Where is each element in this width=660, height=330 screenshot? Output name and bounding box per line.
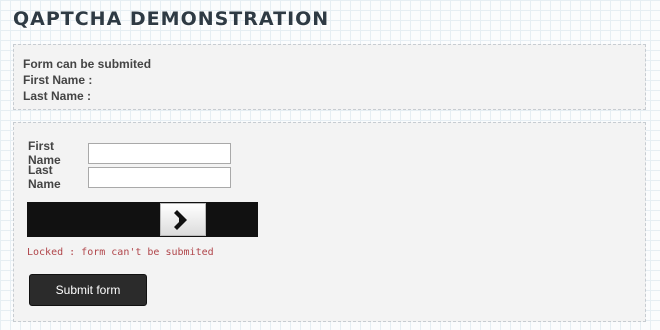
result-first-name: First Name : (23, 73, 93, 87)
demo-form: First Name Last Name Locked : form can't… (13, 122, 646, 322)
first-name-input[interactable] (88, 142, 231, 164)
lock-status-text: Locked : form can't be submited (27, 247, 214, 258)
qaptcha-slider-track (27, 202, 258, 237)
page-title: QAPTCHA DEMONSTRATION (13, 8, 330, 30)
qaptcha-slider-handle[interactable] (160, 203, 206, 236)
result-panel: Form can be submited First Name : Last N… (13, 44, 646, 110)
last-name-input[interactable] (88, 166, 231, 188)
result-last-name: Last Name : (23, 89, 92, 103)
diamond-arrow-icon (174, 209, 187, 230)
last-name-label: Last Name (28, 163, 61, 191)
last-name-row: Last Name (28, 163, 231, 191)
submission-status: Form can be submited (23, 57, 152, 71)
submit-form-button[interactable]: Submit form (29, 274, 147, 306)
